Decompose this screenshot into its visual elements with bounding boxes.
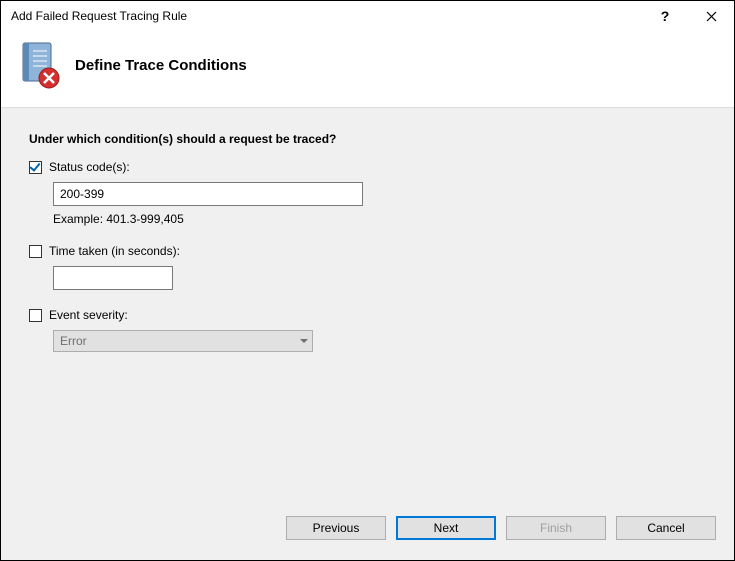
help-button[interactable]: ? [642, 1, 688, 31]
next-button[interactable]: Next [396, 516, 496, 540]
chevron-down-icon [300, 339, 308, 343]
time-taken-input[interactable] [53, 266, 173, 290]
status-codes-label: Status code(s): [49, 160, 130, 174]
time-taken-group: Time taken (in seconds): [29, 244, 706, 290]
close-icon [706, 11, 717, 22]
event-severity-checkbox[interactable] [29, 309, 42, 322]
event-severity-label: Event severity: [49, 308, 128, 322]
status-codes-input[interactable] [53, 182, 363, 206]
previous-button[interactable]: Previous [286, 516, 386, 540]
window-title: Add Failed Request Tracing Rule [11, 9, 187, 23]
dropdown-selected: Error [60, 334, 87, 348]
status-codes-group: Status code(s): Example: 401.3-999,405 [29, 160, 706, 226]
titlebar-controls: ? [642, 1, 734, 31]
header: Define Trace Conditions [1, 31, 734, 108]
titlebar: Add Failed Request Tracing Rule ? [1, 1, 734, 31]
event-severity-dropdown[interactable]: Error [53, 330, 313, 352]
event-severity-group: Event severity: Error [29, 308, 706, 352]
finish-button: Finish [506, 516, 606, 540]
question-label: Under which condition(s) should a reques… [29, 132, 706, 146]
content-area: Under which condition(s) should a reques… [1, 108, 734, 504]
button-row: Previous Next Finish Cancel [1, 504, 734, 560]
wizard-icon [17, 41, 61, 89]
time-taken-label: Time taken (in seconds): [49, 244, 180, 258]
page-title: Define Trace Conditions [75, 57, 247, 74]
close-button[interactable] [688, 1, 734, 31]
cancel-button[interactable]: Cancel [616, 516, 716, 540]
status-codes-checkbox[interactable] [29, 161, 42, 174]
status-codes-example: Example: 401.3-999,405 [53, 212, 706, 226]
time-taken-checkbox[interactable] [29, 245, 42, 258]
